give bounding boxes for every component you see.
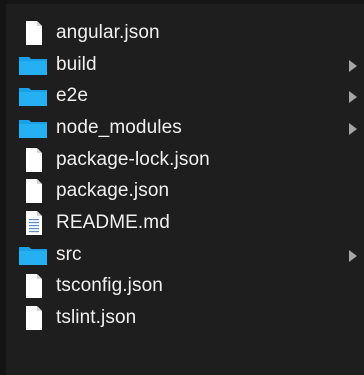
file-item[interactable]: tslint.json <box>14 302 364 334</box>
text-file-icon <box>18 210 48 235</box>
file-icon <box>18 274 48 299</box>
file-icon <box>18 306 48 331</box>
chevron-right-icon[interactable] <box>348 122 358 135</box>
left-edge <box>0 0 6 375</box>
file-item[interactable]: tsconfig.json <box>14 271 364 303</box>
item-label: src <box>56 243 82 265</box>
folder-icon <box>18 243 48 267</box>
file-item[interactable]: README.md <box>14 207 364 239</box>
item-label: package-lock.json <box>56 148 210 170</box>
file-icon <box>18 147 48 172</box>
folder-item[interactable]: e2e <box>14 80 364 112</box>
finder-column: angular.json build e2e node_modules package-… <box>0 0 364 375</box>
top-edge <box>0 0 364 4</box>
folder-item[interactable]: build <box>14 49 364 81</box>
file-icon <box>18 179 48 204</box>
folder-item[interactable]: src <box>14 239 364 271</box>
item-label: node_modules <box>56 116 182 138</box>
file-item[interactable]: package.json <box>14 175 364 207</box>
folder-icon <box>18 116 48 140</box>
item-label: package.json <box>56 180 170 202</box>
item-label: angular.json <box>56 21 160 43</box>
item-label: README.md <box>56 211 170 233</box>
folder-icon <box>18 53 48 77</box>
file-list: angular.json build e2e node_modules package-… <box>14 17 364 334</box>
folder-icon <box>18 84 48 108</box>
file-item[interactable]: package-lock.json <box>14 144 364 176</box>
folder-item[interactable]: node_modules <box>14 112 364 144</box>
item-label: build <box>56 53 97 75</box>
item-label: e2e <box>56 85 89 107</box>
file-item[interactable]: angular.json <box>14 17 364 49</box>
chevron-right-icon[interactable] <box>348 90 358 104</box>
chevron-right-icon[interactable] <box>348 249 358 262</box>
item-label: tsconfig.json <box>56 275 163 297</box>
chevron-right-icon[interactable] <box>348 59 358 72</box>
file-icon <box>18 20 48 45</box>
item-label: tslint.json <box>56 307 137 329</box>
